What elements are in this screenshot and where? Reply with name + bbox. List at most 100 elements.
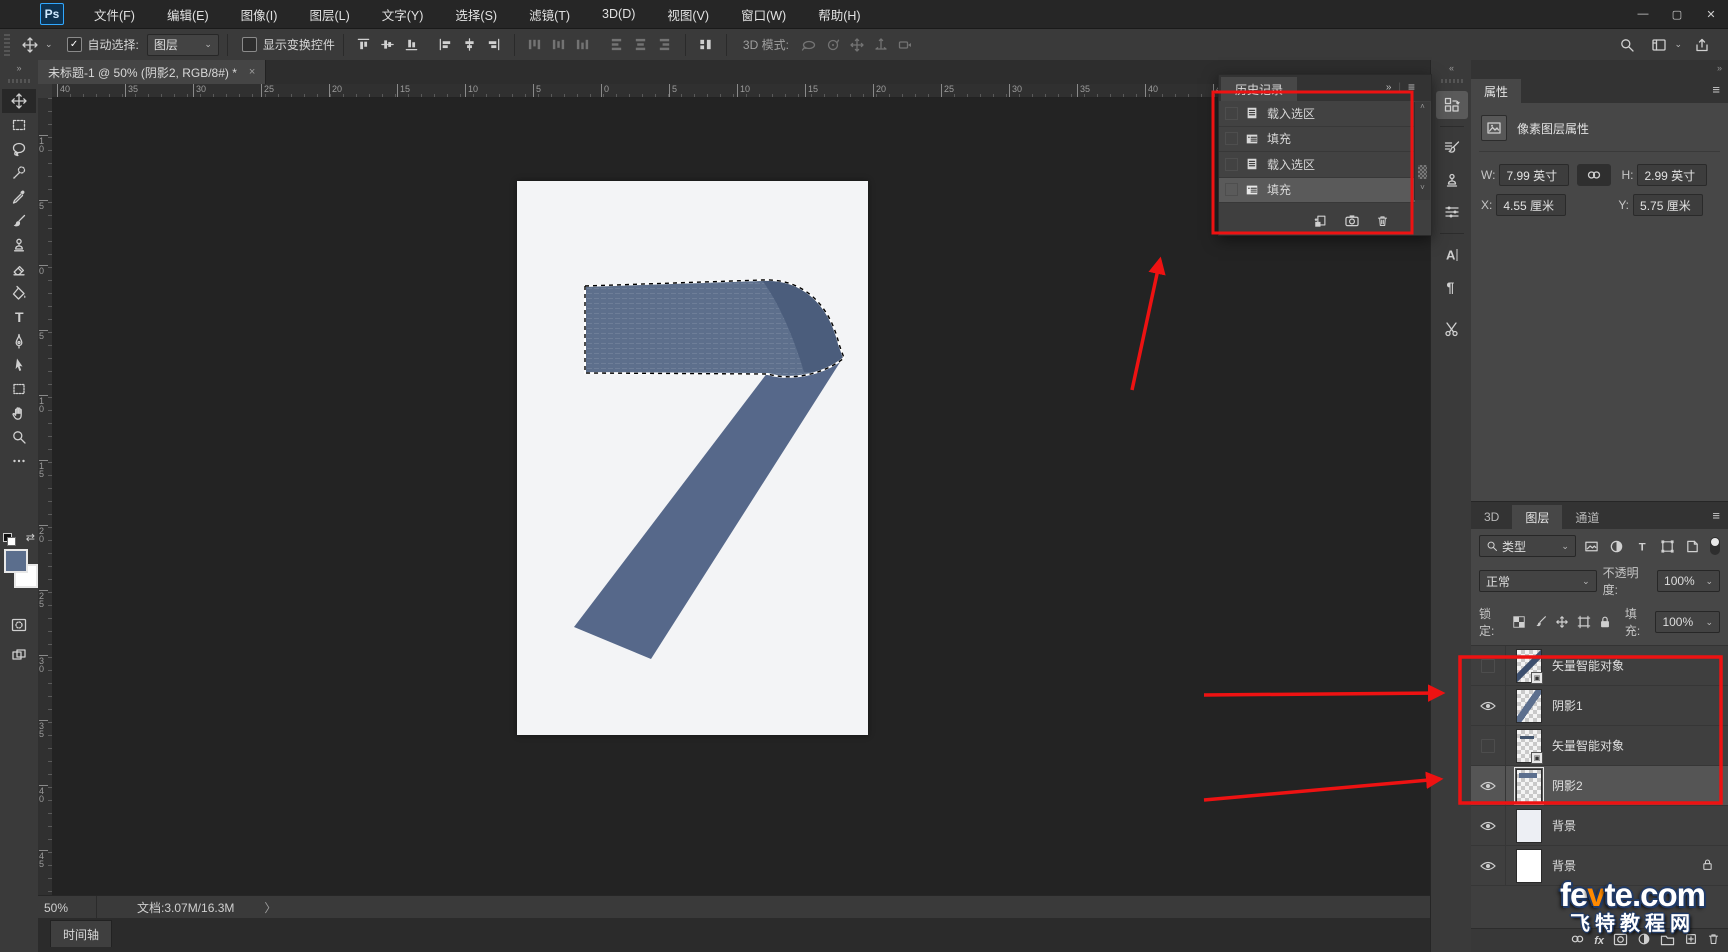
workspace-chevron-icon[interactable]: ⌄ xyxy=(1674,39,1682,50)
filter-adjustment-layers-icon[interactable] xyxy=(1607,537,1626,555)
menu-file[interactable]: 文件(F) xyxy=(78,0,151,28)
visibility-toggle[interactable] xyxy=(1471,806,1506,845)
menu-help[interactable]: 帮助(H) xyxy=(802,0,876,28)
height-field[interactable]: 2.99 英寸 xyxy=(1637,164,1708,186)
lock-transparent-pixels-icon[interactable] xyxy=(1510,613,1529,631)
layer-filter-dropdown[interactable]: 类型 ⌄ xyxy=(1479,535,1576,557)
layer-thumbnail[interactable] xyxy=(1516,848,1542,883)
toolbar-collapse-icon[interactable]: » xyxy=(16,63,21,77)
align-vertical-centers-icon[interactable] xyxy=(376,34,400,56)
layer-thumbnail[interactable] xyxy=(1516,808,1542,843)
history-source-checkbox[interactable] xyxy=(1225,106,1238,120)
dock-collapse-right-icon[interactable]: » xyxy=(1717,63,1722,73)
history-panel-button[interactable] xyxy=(1435,91,1468,119)
scroll-down-icon[interactable]: ˅ xyxy=(1415,183,1430,192)
quick-mask-icon[interactable] xyxy=(2,613,36,637)
align-top-edges-icon[interactable] xyxy=(352,34,376,56)
lock-all-icon[interactable] xyxy=(1595,613,1614,631)
tab-layers[interactable]: 图层 xyxy=(1512,505,1563,529)
menu-view[interactable]: 视图(V) xyxy=(651,0,725,28)
history-collapse-icon[interactable]: » xyxy=(1386,82,1392,93)
filter-smart-objects-icon[interactable] xyxy=(1683,537,1702,555)
history-item[interactable]: 载入选区 xyxy=(1219,152,1415,178)
menu-select[interactable]: 选择(S) xyxy=(439,0,513,28)
history-item[interactable]: 填充 xyxy=(1219,126,1415,152)
adjustments-panel-button[interactable] xyxy=(1436,198,1468,226)
eraser-tool[interactable] xyxy=(2,257,36,281)
fill-dropdown[interactable]: 100% ⌄ xyxy=(1655,611,1721,633)
layers-panel-menu-icon[interactable]: ≡ xyxy=(1712,508,1720,523)
filter-shape-layers-icon[interactable] xyxy=(1658,537,1677,555)
link-layers-icon[interactable] xyxy=(1570,933,1585,948)
history-scrollbar[interactable]: ˄ ˅ xyxy=(1414,102,1430,200)
layer-name[interactable]: 矢量智能对象 xyxy=(1552,657,1624,674)
history-tab[interactable]: 历史记录 xyxy=(1221,77,1298,101)
layer-row[interactable]: 阴影1 xyxy=(1471,686,1728,726)
delete-layer-icon[interactable] xyxy=(1707,932,1720,949)
auto-select-checkbox[interactable]: ✓ xyxy=(66,37,82,52)
paragraph-panel-button[interactable]: ¶ xyxy=(1436,273,1468,301)
history-source-checkbox[interactable] xyxy=(1225,157,1238,171)
history-item[interactable]: 载入选区 xyxy=(1219,101,1415,127)
screen-mode-icon[interactable] xyxy=(2,643,36,667)
brush-settings-panel-button[interactable] xyxy=(1436,134,1468,162)
auto-select-target-dropdown[interactable]: 图层 ⌄ xyxy=(146,33,219,56)
visibility-toggle[interactable] xyxy=(1471,646,1506,685)
width-field[interactable]: 7.99 英寸 xyxy=(1499,164,1570,186)
tool-preset-chevron-icon[interactable]: ⌄ xyxy=(45,39,53,50)
status-expander-icon[interactable]: 〉 xyxy=(264,899,276,916)
document-page[interactable] xyxy=(517,181,868,735)
menu-edit[interactable]: 编辑(E) xyxy=(151,0,225,28)
layer-thumbnail[interactable]: ▣ xyxy=(1516,648,1543,684)
layer-name[interactable]: 阴影2 xyxy=(1552,777,1583,794)
menu-filter[interactable]: 滤镜(T) xyxy=(513,0,586,28)
layer-row[interactable]: 背景 xyxy=(1471,806,1728,846)
move-tool[interactable] xyxy=(2,89,36,113)
visibility-toggle[interactable] xyxy=(1471,846,1506,885)
tab-3d[interactable]: 3D xyxy=(1471,505,1512,529)
layer-name[interactable]: 背景 xyxy=(1552,817,1576,834)
layer-name[interactable]: 矢量智能对象 xyxy=(1552,737,1624,754)
type-tool[interactable]: T xyxy=(2,305,36,329)
link-dimensions-icon[interactable] xyxy=(1577,164,1612,186)
scroll-up-icon[interactable]: ˄ xyxy=(1415,102,1430,111)
hand-tool[interactable] xyxy=(2,401,36,425)
tab-channels[interactable]: 通道 xyxy=(1562,505,1612,529)
opacity-dropdown[interactable]: 100% ⌄ xyxy=(1657,570,1720,592)
layer-thumbnail[interactable] xyxy=(1516,688,1542,723)
left-ruler[interactable]: 10 5 0 5 10 15 20 25 30 35 40 45 xyxy=(38,98,53,895)
notes-panel-button[interactable] xyxy=(1436,315,1468,343)
history-title-bar[interactable]: 历史记录 » | ≡ xyxy=(1219,75,1431,101)
history-panel-menu-icon[interactable]: ≡ xyxy=(1408,80,1415,94)
zoom-tool[interactable] xyxy=(2,425,36,449)
history-item-selected[interactable]: 填充 xyxy=(1219,177,1415,203)
visibility-toggle[interactable] xyxy=(1471,726,1506,765)
close-icon[interactable]: ✕ xyxy=(1694,0,1728,28)
layer-thumbnail[interactable] xyxy=(1514,766,1544,805)
distribute-spacing-icon[interactable] xyxy=(694,34,718,56)
layer-style-fx-icon[interactable]: fx xyxy=(1594,935,1604,947)
menu-layer[interactable]: 图层(L) xyxy=(293,0,365,28)
lock-image-pixels-icon[interactable] xyxy=(1531,613,1550,631)
menu-window[interactable]: 窗口(W) xyxy=(725,0,802,28)
tab-close-icon[interactable]: × xyxy=(249,66,255,78)
delete-state-icon[interactable] xyxy=(1376,214,1389,231)
menu-type[interactable]: 文字(Y) xyxy=(366,0,440,28)
path-selection-tool[interactable] xyxy=(2,353,36,377)
align-left-edges-icon[interactable] xyxy=(434,34,458,56)
lock-position-icon[interactable] xyxy=(1553,613,1572,631)
history-source-checkbox[interactable] xyxy=(1225,183,1238,197)
new-snapshot-icon[interactable] xyxy=(1344,214,1360,230)
layer-thumbnail[interactable]: ▣ xyxy=(1516,728,1543,764)
default-colors-icon[interactable] xyxy=(3,533,16,546)
workspace-switcher-icon[interactable] xyxy=(1647,34,1671,56)
filter-toggle-pill[interactable] xyxy=(1710,537,1720,555)
swap-colors-icon[interactable]: ⇄ xyxy=(26,531,35,544)
layer-row[interactable]: ▣ 矢量智能对象 xyxy=(1471,726,1728,766)
zoom-level-field[interactable]: 50% xyxy=(38,896,97,919)
layer-name[interactable]: 阴影1 xyxy=(1552,697,1583,714)
lock-artboard-icon[interactable] xyxy=(1574,613,1593,631)
character-panel-button[interactable]: A xyxy=(1436,241,1468,269)
rectangular-marquee-tool[interactable] xyxy=(2,113,36,137)
document-tab[interactable]: 未标题-1 @ 50% (阴影2, RGB/8#) * × xyxy=(38,60,267,84)
